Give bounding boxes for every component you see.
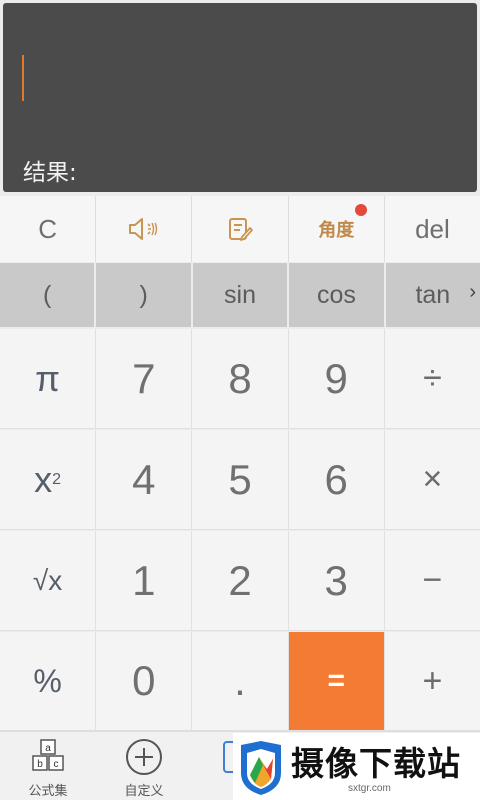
digit-9-button[interactable]: 9 xyxy=(288,329,385,429)
watermark-banner: 摄像下载站 sxtgr.com xyxy=(233,733,480,800)
digit-4-label: 4 xyxy=(132,455,156,503)
divide-button[interactable]: ÷ xyxy=(384,329,480,429)
add-circle-icon xyxy=(126,739,162,775)
divide-label: ÷ xyxy=(423,359,442,397)
svg-text:a: a xyxy=(45,743,51,754)
digit-6-button[interactable]: 6 xyxy=(288,430,385,530)
delete-label: del xyxy=(415,213,450,244)
digit-0-label: 0 xyxy=(132,657,156,704)
watermark-title: 摄像下载站 xyxy=(291,744,461,783)
digit-3-button[interactable]: 3 xyxy=(288,531,385,631)
pi-button[interactable]: π xyxy=(0,329,97,429)
sqrt-button[interactable]: √x xyxy=(0,531,97,631)
angle-mode-label: 角度 xyxy=(318,220,355,240)
svg-text:b: b xyxy=(37,759,43,770)
tab-custom[interactable]: 自定义 xyxy=(96,732,192,800)
digit-1-button[interactable]: 1 xyxy=(96,531,193,631)
close-paren-button[interactable]: ) xyxy=(96,263,193,327)
clear-button[interactable]: C xyxy=(0,196,97,262)
history-button[interactable] xyxy=(192,196,289,262)
digit-7-label: 7 xyxy=(132,354,156,402)
multiply-label: × xyxy=(422,460,443,498)
digit-7-button[interactable]: 7 xyxy=(96,329,193,429)
digit-0-button[interactable]: 0 xyxy=(96,632,193,731)
keypad-row-2: x2 4 5 6 × xyxy=(0,430,480,530)
decimal-button[interactable]: . xyxy=(192,632,289,731)
speaker-icon xyxy=(128,218,157,240)
percent-button[interactable]: % xyxy=(0,632,97,731)
clear-label: C xyxy=(38,213,57,244)
abc-blocks-icon: a b c xyxy=(32,739,64,771)
watermark-logo-icon xyxy=(241,741,281,795)
plus-label: + xyxy=(422,661,443,700)
sin-button[interactable]: sin xyxy=(193,263,290,327)
sqrt-label: √x xyxy=(32,564,63,596)
equals-label: = xyxy=(327,664,345,697)
tab-custom-label: 自定义 xyxy=(124,784,164,799)
digit-1-label: 1 xyxy=(132,556,156,604)
result-label: 结果: xyxy=(23,160,77,186)
square-label: x xyxy=(34,458,53,500)
minus-label: − xyxy=(422,561,443,599)
tan-label: tan xyxy=(415,280,451,309)
tab-formulas-label: 公式集 xyxy=(28,784,68,799)
multiply-button[interactable]: × xyxy=(384,430,480,530)
watermark-subtitle: sxtgr.com xyxy=(348,783,391,794)
digit-9-label: 9 xyxy=(324,354,348,402)
equals-button[interactable]: = xyxy=(288,632,385,731)
digit-8-label: 8 xyxy=(228,354,252,402)
tan-button[interactable]: tan › xyxy=(386,263,480,327)
digit-5-label: 5 xyxy=(228,455,252,503)
edit-note-icon xyxy=(229,218,253,241)
tab-formulas[interactable]: a b c 公式集 xyxy=(0,732,96,800)
square-superscript: 2 xyxy=(52,470,62,488)
keypad-row-1: π 7 8 9 ÷ xyxy=(0,329,480,429)
digit-2-button[interactable]: 2 xyxy=(192,531,289,631)
digit-2-label: 2 xyxy=(228,556,252,604)
digit-5-button[interactable]: 5 xyxy=(192,430,289,530)
pi-label: π xyxy=(35,357,61,399)
close-paren-label: ) xyxy=(139,280,148,309)
decimal-label: . xyxy=(234,657,246,704)
percent-label: % xyxy=(33,662,62,699)
cos-button[interactable]: cos xyxy=(289,263,386,327)
angle-mode-button[interactable]: 角度 xyxy=(289,196,385,262)
notification-badge xyxy=(354,204,367,216)
sound-toggle-button[interactable] xyxy=(96,196,193,262)
function-row: C 角度 del xyxy=(0,196,480,262)
open-paren-label: ( xyxy=(43,280,52,309)
digit-6-label: 6 xyxy=(324,455,348,503)
keypad-row-3: √x 1 2 3 − xyxy=(0,531,480,631)
chevron-right-icon[interactable]: › xyxy=(469,281,476,304)
input-cursor xyxy=(22,55,24,101)
cos-label: cos xyxy=(316,280,356,309)
keypad-row-4: % 0 . = + xyxy=(0,632,480,731)
open-paren-button[interactable]: ( xyxy=(0,263,97,327)
calculator-display[interactable]: 结果: xyxy=(3,3,477,192)
delete-button[interactable]: del xyxy=(385,196,480,262)
square-button[interactable]: x2 xyxy=(0,430,97,530)
digit-8-button[interactable]: 8 xyxy=(192,329,289,429)
svg-text:c: c xyxy=(54,759,59,770)
scientific-row: ( ) sin cos tan › xyxy=(0,263,480,327)
minus-button[interactable]: − xyxy=(384,531,480,631)
calculator-screen: 结果: C 角度 del () sin cos tan › π 7 8 9 ÷… xyxy=(0,0,480,800)
plus-button[interactable]: + xyxy=(384,632,480,731)
digit-4-button[interactable]: 4 xyxy=(96,430,193,530)
sin-label: sin xyxy=(224,280,256,309)
digit-3-label: 3 xyxy=(324,556,348,604)
